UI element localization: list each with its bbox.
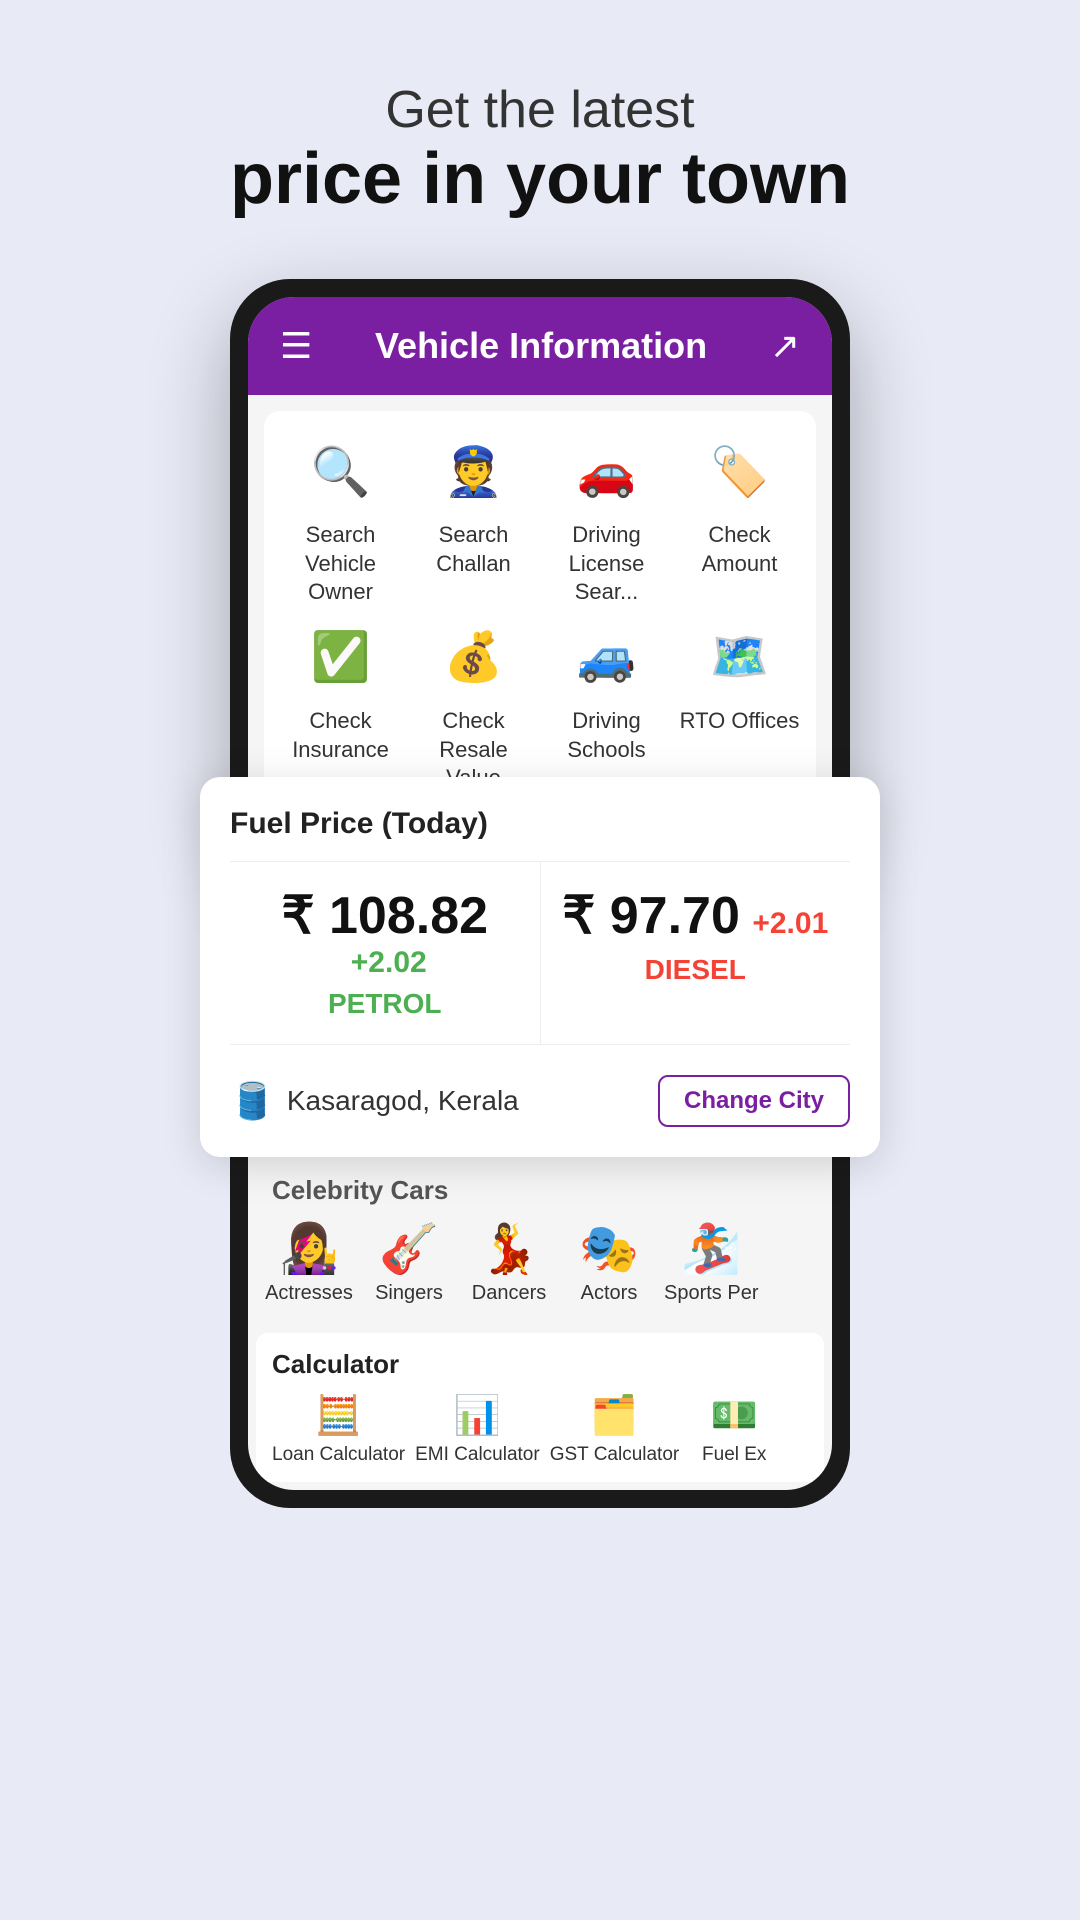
vehicle-grid-card: 🔍 Search Vehicle Owner 👮 Search Challan … — [264, 411, 816, 823]
celebrity-item-singers[interactable]: 🎸 Singers — [364, 1226, 454, 1305]
petrol-price: ₹ 108.82 — [281, 887, 488, 945]
driving-schools-icon: 🚙 — [567, 617, 647, 697]
driving-license-icon: 🚗 — [567, 431, 647, 511]
calc-item-fuel[interactable]: 💵 Fuel Ex — [689, 1394, 779, 1466]
location-info: 🛢️ Kasaragod, Kerala — [230, 1080, 519, 1122]
loan-calc-icon: 🧮 — [315, 1394, 362, 1438]
fuel-calc-label: Fuel Ex — [702, 1444, 766, 1466]
diesel-change: +2.01 — [752, 907, 828, 940]
grid-item-search-challan[interactable]: 👮 Search Challan — [414, 431, 534, 607]
search-challan-label: Search Challan — [414, 521, 534, 578]
grid-item-resale-value[interactable]: 💰 Check Resale Value — [414, 617, 534, 793]
sports-label: Sports Per — [664, 1282, 758, 1305]
actors-icon: 🎭 — [579, 1226, 639, 1274]
actresses-icon: 👩‍🎤 — [279, 1226, 339, 1274]
rto-offices-label: RTO Offices — [680, 707, 800, 736]
location-text: Kasaragod, Kerala — [287, 1085, 519, 1117]
driving-license-label: Driving License Sear... — [547, 521, 667, 607]
loan-calc-label: Loan Calculator — [272, 1444, 405, 1466]
grid-row-2: ✅ Check Insurance 💰 Check Resale Value 🚙… — [274, 617, 806, 793]
sports-icon: 🏂 — [681, 1226, 741, 1274]
hamburger-icon[interactable]: ☰ — [280, 325, 312, 367]
diesel-label: DIESEL — [561, 954, 831, 986]
fuel-card-title: Fuel Price (Today) — [230, 807, 850, 841]
grid-item-check-insurance[interactable]: ✅ Check Insurance — [281, 617, 401, 793]
gst-calc-icon: 🗂️ — [591, 1394, 638, 1438]
petrol-label: PETROL — [250, 988, 520, 1020]
petrol-change: +2.02 — [351, 946, 427, 979]
calc-item-emi[interactable]: 📊 EMI Calculator — [415, 1394, 540, 1466]
phone-top: ☰ Vehicle Information ↗ 🔍 Search Vehicle… — [230, 279, 850, 857]
actresses-label: Actresses — [265, 1282, 353, 1305]
phone-mockup-wrapper: ☰ Vehicle Information ↗ 🔍 Search Vehicle… — [0, 259, 1080, 1508]
petrol-price-row: ₹ 108.82 +2.02 — [250, 886, 520, 980]
phone-frame-top: ☰ Vehicle Information ↗ 🔍 Search Vehicle… — [230, 279, 850, 857]
petrol-col: ₹ 108.82 +2.02 PETROL — [230, 862, 541, 1044]
check-insurance-icon: ✅ — [301, 617, 381, 697]
fuel-prices-row: ₹ 108.82 +2.02 PETROL ₹ 97.70 +2.01 DIES… — [230, 861, 850, 1045]
celebrity-item-sports[interactable]: 🏂 Sports Per — [664, 1226, 758, 1305]
check-insurance-label: Check Insurance — [281, 707, 401, 764]
fuel-price-card: Fuel Price (Today) ₹ 108.82 +2.02 PETROL… — [200, 777, 880, 1157]
dancers-label: Dancers — [472, 1282, 546, 1305]
fuel-location-row: 🛢️ Kasaragod, Kerala Change City — [230, 1065, 850, 1127]
grid-item-check-amount[interactable]: 🏷️ Check Amount — [680, 431, 800, 607]
emi-calc-label: EMI Calculator — [415, 1444, 540, 1466]
resale-value-icon: 💰 — [434, 617, 514, 697]
diesel-price-row: ₹ 97.70 +2.01 — [561, 886, 831, 946]
change-city-button[interactable]: Change City — [658, 1075, 850, 1127]
search-vehicle-label: Search Vehicle Owner — [281, 521, 401, 607]
grid-item-driving-license[interactable]: 🚗 Driving License Sear... — [547, 431, 667, 607]
hero-section: Get the latest price in your town — [0, 0, 1080, 259]
calc-item-gst[interactable]: 🗂️ GST Calculator — [550, 1394, 680, 1466]
fuel-calc-icon: 💵 — [711, 1394, 758, 1438]
diesel-price: ₹ 97.70 — [562, 887, 740, 945]
actors-label: Actors — [581, 1282, 638, 1305]
diesel-col: ₹ 97.70 +2.01 DIESEL — [541, 862, 851, 1044]
grid-item-driving-schools[interactable]: 🚙 Driving Schools — [547, 617, 667, 793]
grid-row-1: 🔍 Search Vehicle Owner 👮 Search Challan … — [274, 431, 806, 607]
celebrity-item-actresses[interactable]: 👩‍🎤 Actresses — [264, 1226, 354, 1305]
check-amount-label: Check Amount — [680, 521, 800, 578]
grid-item-rto-offices[interactable]: 🗺️ RTO Offices — [680, 617, 800, 793]
app-title: Vehicle Information — [375, 325, 707, 367]
phone-frame-bottom: Celebrity Cars 👩‍🎤 Actresses 🎸 Singers 💃… — [230, 1157, 850, 1508]
calculator-row: 🧮 Loan Calculator 📊 EMI Calculator 🗂️ GS… — [272, 1394, 808, 1466]
search-challan-icon: 👮 — [434, 431, 514, 511]
celebrity-item-dancers[interactable]: 💃 Dancers — [464, 1226, 554, 1305]
celebrity-section-header: Celebrity Cars — [248, 1157, 832, 1216]
calculator-section: Calculator 🧮 Loan Calculator 📊 EMI Calcu… — [256, 1333, 824, 1482]
hero-subtitle: Get the latest — [40, 80, 1040, 140]
fuel-price-card-wrapper: Fuel Price (Today) ₹ 108.82 +2.02 PETROL… — [180, 777, 900, 1157]
driving-schools-label: Driving Schools — [547, 707, 667, 764]
calculator-title: Calculator — [272, 1349, 808, 1380]
calc-item-loan[interactable]: 🧮 Loan Calculator — [272, 1394, 405, 1466]
phone-screen-bottom: Celebrity Cars 👩‍🎤 Actresses 🎸 Singers 💃… — [248, 1157, 832, 1490]
emi-calc-icon: 📊 — [454, 1394, 501, 1438]
grid-item-search-vehicle[interactable]: 🔍 Search Vehicle Owner — [281, 431, 401, 607]
location-icon: 🛢️ — [230, 1080, 275, 1122]
phone-bottom: Celebrity Cars 👩‍🎤 Actresses 🎸 Singers 💃… — [230, 1157, 850, 1508]
share-icon[interactable]: ↗ — [770, 325, 800, 367]
singers-icon: 🎸 — [379, 1226, 439, 1274]
gst-calc-label: GST Calculator — [550, 1444, 680, 1466]
rto-offices-icon: 🗺️ — [700, 617, 780, 697]
search-vehicle-icon: 🔍 — [301, 431, 381, 511]
dancers-icon: 💃 — [479, 1226, 539, 1274]
hero-title: price in your town — [40, 140, 1040, 219]
celebrity-item-actors[interactable]: 🎭 Actors — [564, 1226, 654, 1305]
app-header: ☰ Vehicle Information ↗ — [248, 297, 832, 395]
celebrity-row: 👩‍🎤 Actresses 🎸 Singers 💃 Dancers 🎭 Acto… — [248, 1216, 832, 1325]
singers-label: Singers — [375, 1282, 443, 1305]
phone-screen-top: ☰ Vehicle Information ↗ 🔍 Search Vehicle… — [248, 297, 832, 839]
check-amount-icon: 🏷️ — [700, 431, 780, 511]
